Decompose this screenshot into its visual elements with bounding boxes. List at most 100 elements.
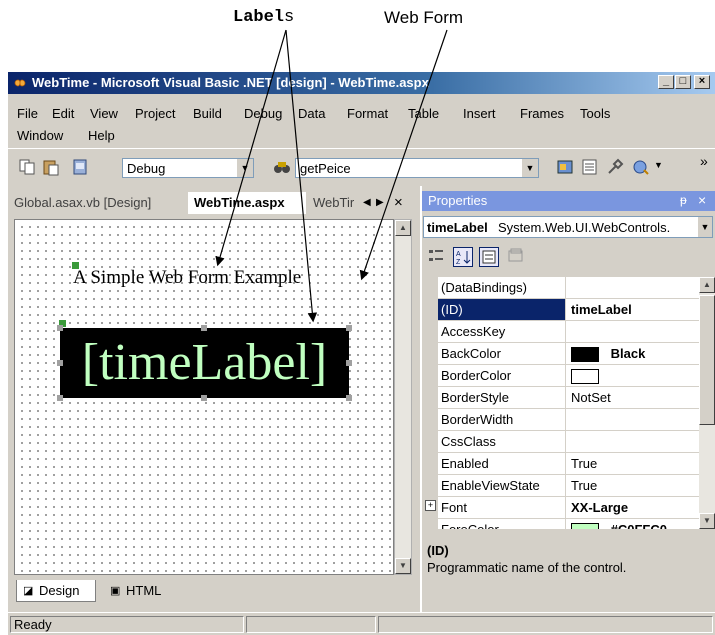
resize-handle[interactable]	[201, 395, 207, 401]
window-title: WebTime - Microsoft Visual Basic .NET [d…	[32, 75, 429, 90]
tab-webtime-vb[interactable]: WebTir	[313, 192, 354, 214]
solution-config-select[interactable]: Debug ▼	[122, 158, 254, 178]
resize-handle[interactable]	[57, 325, 63, 331]
scroll-up-icon[interactable]: ▲	[395, 220, 411, 236]
menu-file[interactable]: File	[17, 106, 38, 121]
tab-scroll-left-icon[interactable]: ◀	[363, 192, 371, 214]
property-row[interactable]: BorderStyle NotSet	[424, 387, 699, 409]
alphabetical-icon[interactable]: A Z	[453, 247, 473, 267]
start-debug-icon[interactable]	[71, 158, 89, 176]
tab-design-label: Design	[39, 583, 80, 598]
property-grid-scrollbar[interactable]: ▲ ▼	[699, 277, 715, 529]
property-pages-icon[interactable]	[507, 247, 525, 265]
tab-html-label: HTML	[126, 583, 162, 598]
standard-toolbar: Debug ▼ getPeice ▼ ▼ »	[8, 148, 715, 187]
property-row[interactable]: + Font XX-Large	[424, 497, 699, 519]
menu-view[interactable]: View	[90, 106, 118, 121]
minimize-button[interactable]: _	[658, 75, 674, 89]
menu-edit[interactable]: Edit	[52, 106, 74, 121]
tab-global-asax[interactable]: Global.asax.vb [Design]	[14, 192, 151, 214]
menu-build[interactable]: Build	[193, 106, 222, 121]
menu-tools[interactable]: Tools	[580, 106, 610, 121]
chevron-down-icon[interactable]: ▼	[654, 160, 663, 170]
backcolor-value: Black	[610, 346, 646, 361]
maximize-button[interactable]: □	[675, 75, 691, 89]
categorized-icon[interactable]	[427, 247, 445, 265]
status-text: Ready	[14, 617, 52, 632]
menu-data[interactable]: Data	[298, 106, 325, 121]
resize-handle[interactable]	[346, 395, 352, 401]
find-combo-value: getPeice	[300, 161, 351, 176]
tab-scroll-right-icon[interactable]: ▶	[376, 192, 384, 214]
resize-handle[interactable]	[201, 325, 207, 331]
svg-text:A: A	[456, 251, 461, 258]
paste-icon[interactable]	[42, 158, 60, 176]
property-row[interactable]: (DataBindings)	[424, 277, 699, 299]
status-segment	[246, 616, 376, 633]
find-binoculars-icon[interactable]	[273, 158, 291, 176]
property-row[interactable]: CssClass	[424, 431, 699, 453]
properties-view-icon[interactable]	[479, 247, 499, 267]
chevron-down-icon: ▼	[236, 159, 253, 177]
expand-plus-icon[interactable]: +	[425, 500, 436, 511]
object-type: System.Web.UI.WebControls.	[498, 220, 671, 235]
status-main: Ready	[10, 616, 244, 633]
properties-title-bar: Properties ᵽ ×	[422, 191, 715, 211]
scroll-thumb[interactable]	[699, 295, 715, 425]
menu-insert[interactable]: Insert	[463, 106, 496, 121]
menu-debug[interactable]: Debug	[244, 106, 282, 121]
vs-infinity-icon	[14, 79, 26, 87]
properties-title: Properties	[428, 193, 488, 208]
tab-close-button[interactable]: ×	[394, 192, 403, 214]
web-form-callout: Web Form	[384, 8, 464, 27]
property-grid: (DataBindings) (ID) timeLabel AccessKey B…	[424, 277, 699, 529]
property-row[interactable]: BorderWidth	[424, 409, 699, 431]
resize-handle[interactable]	[57, 360, 63, 366]
toolbar-overflow-button[interactable]: »	[700, 153, 708, 169]
property-row[interactable]: EnableViewState True	[424, 475, 699, 497]
toolbox-icon[interactable]	[606, 158, 624, 176]
tab-html[interactable]: ▣ HTML	[104, 580, 184, 602]
time-label-control[interactable]: [timeLabel]	[60, 328, 349, 398]
property-row[interactable]: BackColor Black	[424, 343, 699, 365]
scroll-down-icon[interactable]: ▼	[395, 558, 411, 574]
properties-close-button[interactable]: ×	[698, 192, 706, 208]
scroll-up-icon[interactable]: ▲	[699, 277, 715, 293]
document-tab-strip: Global.asax.vb [Design] WebTime.aspx Web…	[8, 190, 420, 214]
resize-handle[interactable]	[57, 395, 63, 401]
html-view-icon: ▣	[110, 585, 121, 597]
menu-table[interactable]: Table	[408, 106, 439, 121]
copy-icon[interactable]	[18, 158, 36, 176]
menu-frames[interactable]: Frames	[520, 106, 564, 121]
menu-project[interactable]: Project	[135, 106, 175, 121]
property-row[interactable]: ForeColor #C0FFC0	[424, 519, 699, 529]
property-row[interactable]: (ID) timeLabel	[424, 299, 699, 321]
chevron-down-icon: ▼	[698, 217, 712, 237]
svg-text:Z: Z	[456, 259, 461, 266]
property-row[interactable]: Enabled True	[424, 453, 699, 475]
property-row[interactable]: AccessKey	[424, 321, 699, 343]
solution-config-value: Debug	[127, 161, 166, 176]
page-heading-label[interactable]: A Simple Web Form Example	[73, 267, 301, 289]
add-item-icon[interactable]	[632, 158, 650, 176]
resize-handle[interactable]	[346, 325, 352, 331]
object-name: timeLabel	[427, 220, 488, 235]
find-combo[interactable]: getPeice ▼	[295, 158, 539, 178]
menu-help[interactable]: Help	[88, 128, 115, 143]
design-view-icon: ◪	[23, 585, 34, 597]
status-bar: Ready	[8, 612, 715, 635]
bordercolor-swatch	[571, 369, 599, 385]
solution-explorer-icon[interactable]	[556, 158, 574, 176]
property-row[interactable]: BorderColor	[424, 365, 699, 387]
menu-window[interactable]: Window	[17, 128, 63, 143]
properties-window-icon[interactable]	[581, 158, 599, 176]
design-scrollbar[interactable]: ▲ ▼	[394, 219, 412, 575]
scroll-down-icon[interactable]: ▼	[699, 513, 715, 529]
tab-webtime-aspx[interactable]: WebTime.aspx	[188, 192, 306, 214]
menu-format[interactable]: Format	[347, 106, 388, 121]
resize-handle[interactable]	[346, 360, 352, 366]
pin-icon[interactable]: ᵽ	[680, 193, 687, 207]
tab-design[interactable]: ◪ Design	[16, 580, 96, 602]
object-selector[interactable]: timeLabel System.Web.UI.WebControls. ▼	[423, 216, 713, 238]
close-button[interactable]: ×	[694, 75, 710, 89]
